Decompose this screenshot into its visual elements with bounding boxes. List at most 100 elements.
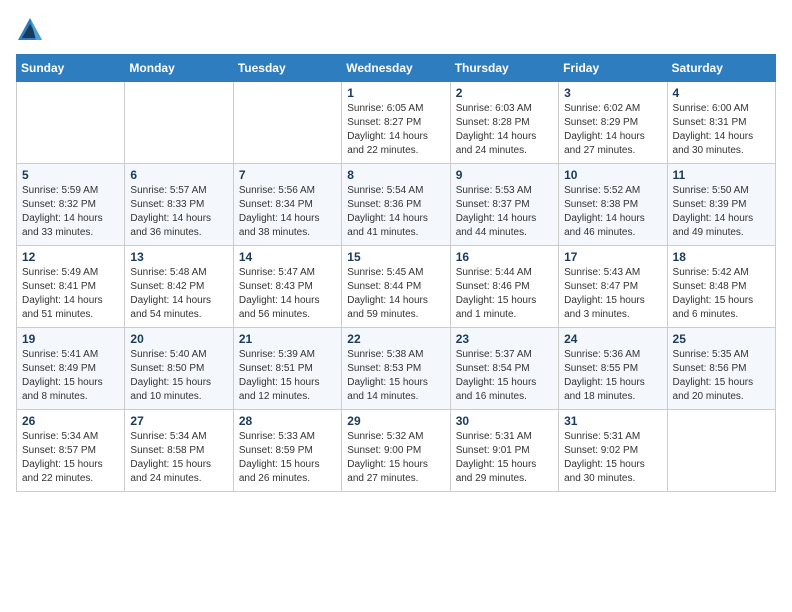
calendar-cell: 10 Sunrise: 5:52 AM Sunset: 8:38 PM Dayli… — [559, 164, 667, 246]
calendar-cell: 19Sunrise: 5:41 AM Sunset: 8:49 PM Dayli… — [17, 328, 125, 410]
calendar-cell: 17 Sunrise: 5:43 AM Sunset: 8:47 PM Dayli… — [559, 246, 667, 328]
calendar-cell: 12Sunrise: 5:49 AM Sunset: 8:41 PM Dayli… — [17, 246, 125, 328]
day-header-row: SundayMondayTuesdayWednesdayThursdayFrid… — [17, 55, 776, 82]
day-info: Sunrise: 5:53 AM Sunset: 8:37 PM Dayligh… — [456, 184, 553, 240]
day-info: Sunrise: 5:43 AM Sunset: 8:47 PM Dayligh… — [564, 266, 661, 322]
calendar-cell: 6Sunrise: 5:57 AM Sunset: 8:33 PM Daylig… — [125, 164, 233, 246]
week-row-2: 5Sunrise: 5:59 AM Sunset: 8:32 PM Daylig… — [17, 164, 776, 246]
day-info: Sunrise: 6:02 AM Sunset: 8:29 PM Dayligh… — [564, 102, 661, 158]
day-info: Sunrise: 5:47 AM Sunset: 8:43 PM Dayligh… — [239, 266, 336, 322]
day-info: Sunrise: 5:45 AM Sunset: 8:44 PM Dayligh… — [347, 266, 444, 322]
day-number: 5 — [22, 168, 119, 182]
day-info: Sunrise: 5:33 AM Sunset: 8:59 PM Dayligh… — [239, 430, 336, 486]
day-header-friday: Friday — [559, 55, 667, 82]
logo-icon — [16, 16, 44, 44]
day-number: 9 — [456, 168, 553, 182]
calendar-cell: 25 Sunrise: 5:35 AM Sunset: 8:56 PM Dayli… — [667, 328, 775, 410]
calendar-table: SundayMondayTuesdayWednesdayThursdayFrid… — [16, 54, 776, 492]
day-header-thursday: Thursday — [450, 55, 558, 82]
day-header-monday: Monday — [125, 55, 233, 82]
day-info: Sunrise: 6:03 AM Sunset: 8:28 PM Dayligh… — [456, 102, 553, 158]
day-header-tuesday: Tuesday — [233, 55, 341, 82]
day-number: 17 — [564, 250, 661, 264]
day-info: Sunrise: 5:54 AM Sunset: 8:36 PM Dayligh… — [347, 184, 444, 240]
calendar-cell: 24Sunrise: 5:36 AM Sunset: 8:55 PM Dayli… — [559, 328, 667, 410]
day-info: Sunrise: 5:32 AM Sunset: 9:00 PM Dayligh… — [347, 430, 444, 486]
day-info: Sunrise: 5:35 AM Sunset: 8:56 PM Dayligh… — [673, 348, 770, 404]
day-header-sunday: Sunday — [17, 55, 125, 82]
day-info: Sunrise: 5:39 AM Sunset: 8:51 PM Dayligh… — [239, 348, 336, 404]
calendar-cell — [125, 82, 233, 164]
calendar-cell — [233, 82, 341, 164]
calendar-cell — [667, 410, 775, 492]
day-info: Sunrise: 5:49 AM Sunset: 8:41 PM Dayligh… — [22, 266, 119, 322]
calendar-cell: 1 Sunrise: 6:05 AM Sunset: 8:27 PM Daylig… — [342, 82, 450, 164]
day-info: Sunrise: 5:40 AM Sunset: 8:50 PM Dayligh… — [130, 348, 227, 404]
day-number: 1 — [347, 86, 444, 100]
calendar-cell: 2 Sunrise: 6:03 AM Sunset: 8:28 PM Daylig… — [450, 82, 558, 164]
calendar-cell: 9 Sunrise: 5:53 AM Sunset: 8:37 PM Daylig… — [450, 164, 558, 246]
calendar-cell — [17, 82, 125, 164]
day-number: 25 — [673, 332, 770, 346]
day-header-saturday: Saturday — [667, 55, 775, 82]
day-info: Sunrise: 5:48 AM Sunset: 8:42 PM Dayligh… — [130, 266, 227, 322]
calendar-cell: 27 Sunrise: 5:34 AM Sunset: 8:58 PM Dayli… — [125, 410, 233, 492]
calendar-cell: 5Sunrise: 5:59 AM Sunset: 8:32 PM Daylig… — [17, 164, 125, 246]
day-number: 26 — [22, 414, 119, 428]
day-number: 21 — [239, 332, 336, 346]
header — [16, 16, 776, 44]
calendar-cell: 4Sunrise: 6:00 AM Sunset: 8:31 PM Daylig… — [667, 82, 775, 164]
calendar-cell: 30 Sunrise: 5:31 AM Sunset: 9:01 PM Dayli… — [450, 410, 558, 492]
calendar-cell: 29 Sunrise: 5:32 AM Sunset: 9:00 PM Dayli… — [342, 410, 450, 492]
day-number: 14 — [239, 250, 336, 264]
day-number: 15 — [347, 250, 444, 264]
calendar-cell: 21 Sunrise: 5:39 AM Sunset: 8:51 PM Dayli… — [233, 328, 341, 410]
day-number: 13 — [130, 250, 227, 264]
calendar-cell: 11Sunrise: 5:50 AM Sunset: 8:39 PM Dayli… — [667, 164, 775, 246]
page: SundayMondayTuesdayWednesdayThursdayFrid… — [0, 0, 792, 508]
week-row-3: 12Sunrise: 5:49 AM Sunset: 8:41 PM Dayli… — [17, 246, 776, 328]
calendar-cell: 7Sunrise: 5:56 AM Sunset: 8:34 PM Daylig… — [233, 164, 341, 246]
calendar-cell: 16 Sunrise: 5:44 AM Sunset: 8:46 PM Dayli… — [450, 246, 558, 328]
day-info: Sunrise: 5:34 AM Sunset: 8:57 PM Dayligh… — [22, 430, 119, 486]
day-number: 18 — [673, 250, 770, 264]
day-number: 10 — [564, 168, 661, 182]
day-number: 28 — [239, 414, 336, 428]
day-number: 23 — [456, 332, 553, 346]
day-number: 29 — [347, 414, 444, 428]
day-number: 4 — [673, 86, 770, 100]
day-number: 31 — [564, 414, 661, 428]
calendar-cell: 23Sunrise: 5:37 AM Sunset: 8:54 PM Dayli… — [450, 328, 558, 410]
day-number: 30 — [456, 414, 553, 428]
calendar-cell: 26 Sunrise: 5:34 AM Sunset: 8:57 PM Dayli… — [17, 410, 125, 492]
calendar-cell: 20 Sunrise: 5:40 AM Sunset: 8:50 PM Dayli… — [125, 328, 233, 410]
day-number: 16 — [456, 250, 553, 264]
day-info: Sunrise: 5:57 AM Sunset: 8:33 PM Dayligh… — [130, 184, 227, 240]
week-row-1: 1 Sunrise: 6:05 AM Sunset: 8:27 PM Daylig… — [17, 82, 776, 164]
day-number: 7 — [239, 168, 336, 182]
day-info: Sunrise: 5:42 AM Sunset: 8:48 PM Dayligh… — [673, 266, 770, 322]
logo — [16, 16, 48, 44]
day-number: 8 — [347, 168, 444, 182]
calendar-cell: 31 Sunrise: 5:31 AM Sunset: 9:02 PM Dayli… — [559, 410, 667, 492]
day-number: 27 — [130, 414, 227, 428]
calendar-cell: 18 Sunrise: 5:42 AM Sunset: 8:48 PM Dayli… — [667, 246, 775, 328]
day-info: Sunrise: 5:52 AM Sunset: 8:38 PM Dayligh… — [564, 184, 661, 240]
day-number: 3 — [564, 86, 661, 100]
day-info: Sunrise: 5:41 AM Sunset: 8:49 PM Dayligh… — [22, 348, 119, 404]
day-header-wednesday: Wednesday — [342, 55, 450, 82]
week-row-4: 19Sunrise: 5:41 AM Sunset: 8:49 PM Dayli… — [17, 328, 776, 410]
day-number: 2 — [456, 86, 553, 100]
day-info: Sunrise: 5:44 AM Sunset: 8:46 PM Dayligh… — [456, 266, 553, 322]
day-info: Sunrise: 5:31 AM Sunset: 9:01 PM Dayligh… — [456, 430, 553, 486]
calendar-cell: 28 Sunrise: 5:33 AM Sunset: 8:59 PM Dayli… — [233, 410, 341, 492]
day-info: Sunrise: 5:50 AM Sunset: 8:39 PM Dayligh… — [673, 184, 770, 240]
day-info: Sunrise: 5:31 AM Sunset: 9:02 PM Dayligh… — [564, 430, 661, 486]
day-info: Sunrise: 6:05 AM Sunset: 8:27 PM Dayligh… — [347, 102, 444, 158]
calendar-cell: 13 Sunrise: 5:48 AM Sunset: 8:42 PM Dayli… — [125, 246, 233, 328]
day-number: 20 — [130, 332, 227, 346]
calendar-cell: 8 Sunrise: 5:54 AM Sunset: 8:36 PM Daylig… — [342, 164, 450, 246]
day-info: Sunrise: 5:34 AM Sunset: 8:58 PM Dayligh… — [130, 430, 227, 486]
calendar-cell: 15 Sunrise: 5:45 AM Sunset: 8:44 PM Dayli… — [342, 246, 450, 328]
calendar-cell: 14 Sunrise: 5:47 AM Sunset: 8:43 PM Dayli… — [233, 246, 341, 328]
